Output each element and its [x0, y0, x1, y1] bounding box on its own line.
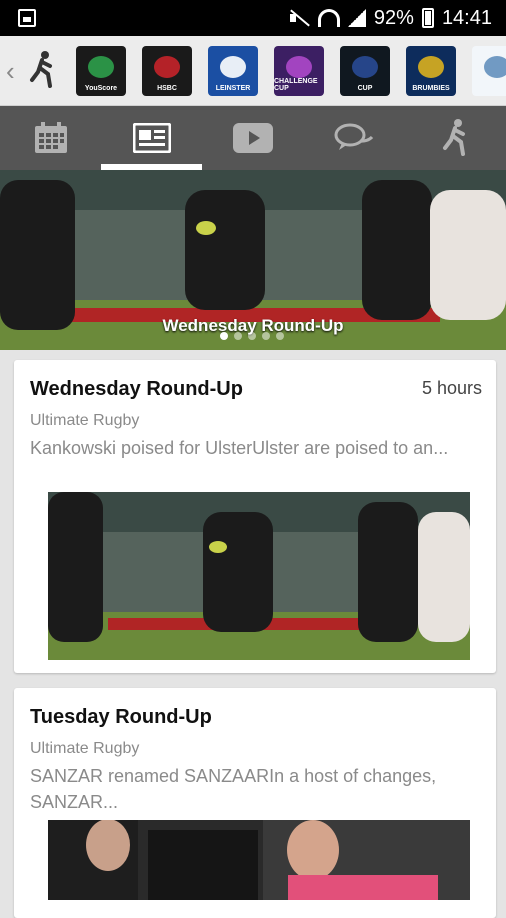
- article-excerpt: SANZAR renamed SANZAARIn a host of chang…: [30, 766, 437, 812]
- competition-strip[interactable]: ‹ YouScore HSBC LEINSTER CHALLENGE CUP CUP BR…: [0, 36, 506, 106]
- article-image: [48, 820, 470, 900]
- newspaper-icon: [132, 123, 171, 153]
- status-bar: 92% 14:41: [0, 0, 506, 36]
- article-card[interactable]: Tuesday Round-Up Ultimate Rugby SANZAR r…: [14, 688, 496, 918]
- logo-leinster[interactable]: LEINSTER: [208, 46, 258, 96]
- tab-bar: [0, 106, 506, 170]
- logo-label: LEINSTER: [215, 85, 251, 92]
- tab-player[interactable]: [405, 106, 506, 170]
- logo-hsbc-sevens[interactable]: HSBC: [142, 46, 192, 96]
- logo-label: CUP: [357, 85, 373, 92]
- article-card[interactable]: Wednesday Round-Up 5 hours Ultimate Rugb…: [14, 360, 496, 673]
- logo-brumbies[interactable]: BRUMBIES: [406, 46, 456, 96]
- logo-youscore[interactable]: YouScore: [76, 46, 126, 96]
- brumbies-icon: [418, 56, 444, 78]
- tab-video[interactable]: [202, 106, 303, 170]
- partial-logo-icon: [484, 56, 506, 78]
- logo-label: YouScore: [84, 85, 118, 92]
- logo-label: BRUMBIES: [412, 85, 450, 92]
- carousel-dot[interactable]: [220, 332, 228, 340]
- hsbc-sevens-icon: [154, 56, 180, 78]
- hero-carousel[interactable]: Wednesday Round-Up: [0, 170, 506, 350]
- logo-label: CHALLENGE CUP: [274, 78, 318, 92]
- logo-label: HSBC: [157, 85, 177, 92]
- runner-icon[interactable]: [28, 50, 56, 90]
- logo-partial-logo[interactable]: [472, 46, 506, 96]
- leinster-icon: [220, 56, 246, 78]
- tab-chat[interactable]: [304, 106, 405, 170]
- youscore-icon: [88, 56, 114, 78]
- article-source: Ultimate Rugby: [30, 740, 140, 757]
- article-excerpt: Kankowski poised for UlsterUlster are po…: [30, 438, 449, 458]
- chat-icon: [334, 123, 374, 150]
- article-source: Ultimate Rugby: [30, 412, 140, 429]
- wifi-icon: [317, 9, 340, 27]
- gallery-icon: [18, 9, 36, 27]
- carousel-dot[interactable]: [234, 332, 242, 340]
- mute-icon: [288, 9, 310, 27]
- tab-news[interactable]: [101, 106, 203, 170]
- calendar-icon: [34, 122, 67, 153]
- tab-calendar[interactable]: [0, 106, 101, 170]
- carousel-dot[interactable]: [276, 332, 284, 340]
- article-title: Wednesday Round-Up: [30, 378, 243, 400]
- article-title: Tuesday Round-Up: [30, 706, 212, 728]
- champions-cup-icon: [352, 56, 378, 78]
- clock: 14:41: [441, 6, 492, 29]
- play-icon: [233, 123, 273, 153]
- battery-percentage: 92%: [373, 6, 414, 29]
- article-image: [48, 492, 470, 660]
- signal-icon: [347, 9, 366, 27]
- runner-icon: [443, 119, 466, 156]
- carousel-dot[interactable]: [248, 332, 256, 340]
- logo-champions-cup[interactable]: CUP: [340, 46, 390, 96]
- carousel-dot[interactable]: [262, 332, 270, 340]
- logo-challenge-cup[interactable]: CHALLENGE CUP: [274, 46, 324, 96]
- battery-icon: [421, 8, 434, 28]
- article-time: 5 hours: [421, 378, 482, 398]
- carousel-dots: [220, 332, 284, 340]
- chevron-left-icon[interactable]: ‹: [6, 56, 15, 87]
- challenge-cup-icon: [286, 56, 312, 78]
